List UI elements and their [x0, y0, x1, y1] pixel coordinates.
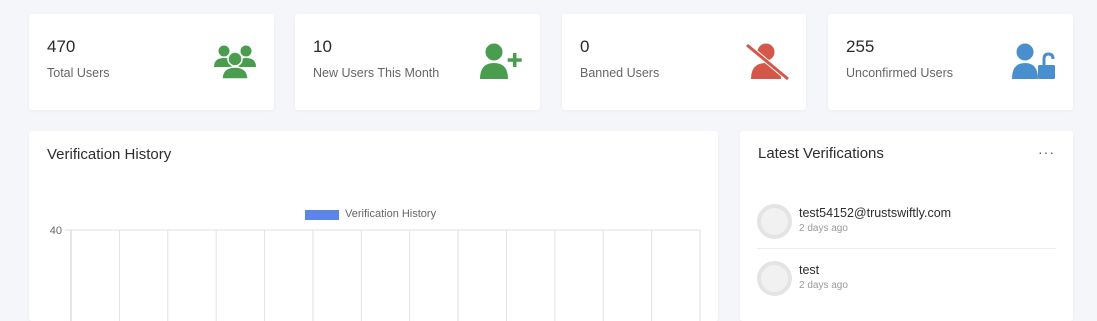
user-slash-icon	[745, 43, 790, 81]
panel-title: Verification History	[47, 146, 172, 163]
avatar	[757, 204, 792, 239]
verification-time: 2 days ago	[799, 280, 848, 291]
latest-verifications-panel: Latest Verifications ··· test54152@trust…	[740, 131, 1073, 321]
avatar	[757, 261, 792, 296]
verification-email: test54152@trustswiftly.com	[799, 206, 952, 220]
list-item[interactable]: test 2 days ago	[740, 251, 1073, 307]
stat-label: Banned Users	[580, 66, 660, 80]
user-unlock-icon	[1012, 43, 1055, 79]
more-options-button[interactable]: ···	[1038, 144, 1055, 160]
stat-card-new-users: 10 New Users This Month	[295, 14, 540, 110]
user-plus-icon	[480, 43, 522, 79]
chart-grid	[65, 229, 701, 321]
divider	[757, 248, 1056, 249]
y-tick-label: 40	[50, 225, 62, 237]
users-group-icon	[214, 45, 256, 79]
stat-value: 10	[313, 37, 332, 56]
chart-plot: 40	[50, 225, 701, 321]
verification-history-panel: Verification History Verification Histor…	[29, 131, 718, 321]
panel-title: Latest Verifications	[758, 145, 884, 162]
stat-card-unconfirmed-users: 255 Unconfirmed Users	[828, 14, 1073, 110]
stat-label: New Users This Month	[313, 66, 440, 80]
stat-value: 0	[580, 37, 590, 56]
stat-label: Unconfirmed Users	[846, 66, 953, 80]
stat-card-banned-users: 0 Banned Users	[562, 14, 806, 110]
stat-label: Total Users	[47, 66, 110, 80]
list-item[interactable]: test54152@trustswiftly.com 2 days ago	[740, 194, 1073, 250]
stat-card-total-users: 470 Total Users	[29, 14, 274, 110]
verification-time: 2 days ago	[799, 223, 848, 234]
stat-value: 255	[846, 37, 875, 56]
stat-value: 470	[47, 37, 76, 56]
verification-email: test	[799, 263, 820, 277]
